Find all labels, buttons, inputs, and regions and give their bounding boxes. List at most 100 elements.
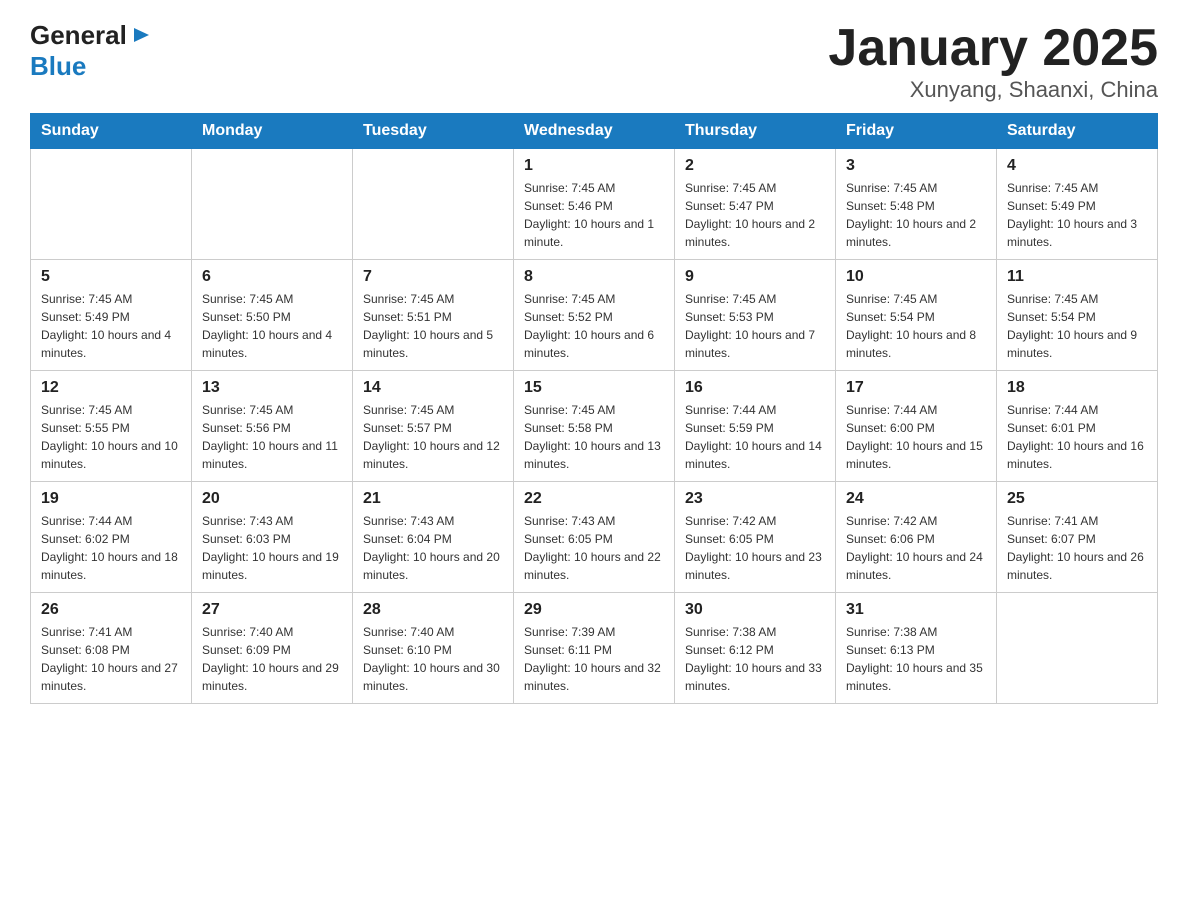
day-number: 14 [363,379,503,397]
calendar-cell: 31Sunrise: 7:38 AM Sunset: 6:13 PM Dayli… [836,593,997,704]
day-info: Sunrise: 7:44 AM Sunset: 6:01 PM Dayligh… [1007,401,1147,473]
day-info: Sunrise: 7:44 AM Sunset: 5:59 PM Dayligh… [685,401,825,473]
day-number: 30 [685,601,825,619]
day-number: 24 [846,490,986,508]
calendar-cell: 12 Sunrise: 7:45 AM Sunset: 5:55 PM Dayli… [31,371,192,482]
day-number: 11 [1007,268,1147,286]
day-number: 23 [685,490,825,508]
calendar-cell: 11 Sunrise: 7:45 AM Sunset: 5:54 PM Dayli… [997,260,1158,371]
day-info: Sunrise: 7:45 AM Sunset: 5:55 PM Dayligh… [41,401,181,473]
page-header: General Blue January 2025 Xunyang, Shaan… [30,20,1158,103]
day-number: 7 [363,268,503,286]
day-number: 2 [685,157,825,175]
calendar-cell: 22 Sunrise: 7:43 AM Sunset: 6:05 PM Dayli… [514,482,675,593]
day-number: 25 [1007,490,1147,508]
day-number: 8 [524,268,664,286]
day-number: 1 [524,157,664,175]
calendar-cell: 1 Sunrise: 7:45 AM Sunset: 5:46 PM Daylig… [514,149,675,260]
calendar-cell [353,149,514,260]
calendar-week-row: 1 Sunrise: 7:45 AM Sunset: 5:46 PM Daylig… [31,149,1158,260]
day-info: Sunrise: 7:40 AM Sunset: 6:10 PM Dayligh… [363,623,503,695]
day-number: 26 [41,601,181,619]
day-info: Sunrise: 7:45 AM Sunset: 5:49 PM Dayligh… [41,290,181,362]
day-number: 12 [41,379,181,397]
day-info: Sunrise: 7:44 AM Sunset: 6:00 PM Dayligh… [846,401,986,473]
weekday-header-thursday: Thursday [675,114,836,149]
day-info: Sunrise: 7:45 AM Sunset: 5:49 PM Dayligh… [1007,179,1147,251]
day-info: Sunrise: 7:42 AM Sunset: 6:06 PM Dayligh… [846,512,986,584]
calendar-cell: 25 Sunrise: 7:41 AM Sunset: 6:07 PM Dayli… [997,482,1158,593]
day-info: Sunrise: 7:39 AM Sunset: 6:11 PM Dayligh… [524,623,664,695]
day-number: 15 [524,379,664,397]
calendar-cell: 9Sunrise: 7:45 AM Sunset: 5:53 PM Daylig… [675,260,836,371]
day-number: 4 [1007,157,1147,175]
calendar-cell: 24 Sunrise: 7:42 AM Sunset: 6:06 PM Dayli… [836,482,997,593]
calendar-cell: 28 Sunrise: 7:40 AM Sunset: 6:10 PM Dayli… [353,593,514,704]
day-number: 9 [685,268,825,286]
day-number: 10 [846,268,986,286]
calendar-cell: 4 Sunrise: 7:45 AM Sunset: 5:49 PM Daylig… [997,149,1158,260]
day-info: Sunrise: 7:45 AM Sunset: 5:58 PM Dayligh… [524,401,664,473]
calendar-cell: 8 Sunrise: 7:45 AM Sunset: 5:52 PM Daylig… [514,260,675,371]
day-number: 5 [41,268,181,286]
logo-blue-text: Blue [30,51,86,81]
day-info: Sunrise: 7:43 AM Sunset: 6:05 PM Dayligh… [524,512,664,584]
day-number: 18 [1007,379,1147,397]
calendar-cell [997,593,1158,704]
logo: General Blue [30,20,151,82]
calendar-table: SundayMondayTuesdayWednesdayThursdayFrid… [30,113,1158,704]
calendar-cell: 26 Sunrise: 7:41 AM Sunset: 6:08 PM Dayli… [31,593,192,704]
day-number: 16 [685,379,825,397]
day-number: 28 [363,601,503,619]
day-info: Sunrise: 7:41 AM Sunset: 6:07 PM Dayligh… [1007,512,1147,584]
day-info: Sunrise: 7:45 AM Sunset: 5:57 PM Dayligh… [363,401,503,473]
day-number: 27 [202,601,342,619]
day-info: Sunrise: 7:41 AM Sunset: 6:08 PM Dayligh… [41,623,181,695]
day-info: Sunrise: 7:45 AM Sunset: 5:48 PM Dayligh… [846,179,986,251]
calendar-cell: 17 Sunrise: 7:44 AM Sunset: 6:00 PM Dayli… [836,371,997,482]
day-info: Sunrise: 7:44 AM Sunset: 6:02 PM Dayligh… [41,512,181,584]
day-number: 20 [202,490,342,508]
calendar-cell: 21Sunrise: 7:43 AM Sunset: 6:04 PM Dayli… [353,482,514,593]
day-info: Sunrise: 7:45 AM Sunset: 5:54 PM Dayligh… [1007,290,1147,362]
calendar-week-row: 12 Sunrise: 7:45 AM Sunset: 5:55 PM Dayli… [31,371,1158,482]
calendar-week-row: 5 Sunrise: 7:45 AM Sunset: 5:49 PM Daylig… [31,260,1158,371]
weekday-header-saturday: Saturday [997,114,1158,149]
calendar-cell: 10 Sunrise: 7:45 AM Sunset: 5:54 PM Dayli… [836,260,997,371]
calendar-cell: 2 Sunrise: 7:45 AM Sunset: 5:47 PM Daylig… [675,149,836,260]
day-info: Sunrise: 7:38 AM Sunset: 6:12 PM Dayligh… [685,623,825,695]
day-info: Sunrise: 7:40 AM Sunset: 6:09 PM Dayligh… [202,623,342,695]
calendar-cell: 13 Sunrise: 7:45 AM Sunset: 5:56 PM Dayli… [192,371,353,482]
weekday-header-sunday: Sunday [31,114,192,149]
day-info: Sunrise: 7:45 AM Sunset: 5:54 PM Dayligh… [846,290,986,362]
calendar-cell: 18 Sunrise: 7:44 AM Sunset: 6:01 PM Dayli… [997,371,1158,482]
calendar-week-row: 19Sunrise: 7:44 AM Sunset: 6:02 PM Dayli… [31,482,1158,593]
day-info: Sunrise: 7:45 AM Sunset: 5:46 PM Dayligh… [524,179,664,251]
day-info: Sunrise: 7:45 AM Sunset: 5:47 PM Dayligh… [685,179,825,251]
day-info: Sunrise: 7:43 AM Sunset: 6:04 PM Dayligh… [363,512,503,584]
logo-arrow-icon [129,24,151,51]
day-number: 22 [524,490,664,508]
day-number: 13 [202,379,342,397]
weekday-header-monday: Monday [192,114,353,149]
logo-general-text: General [30,20,127,51]
day-info: Sunrise: 7:43 AM Sunset: 6:03 PM Dayligh… [202,512,342,584]
weekday-header-tuesday: Tuesday [353,114,514,149]
location-text: Xunyang, Shaanxi, China [828,77,1158,103]
month-title: January 2025 [828,20,1158,77]
weekday-header-wednesday: Wednesday [514,114,675,149]
calendar-week-row: 26 Sunrise: 7:41 AM Sunset: 6:08 PM Dayli… [31,593,1158,704]
day-info: Sunrise: 7:45 AM Sunset: 5:52 PM Dayligh… [524,290,664,362]
calendar-cell [192,149,353,260]
calendar-cell: 29 Sunrise: 7:39 AM Sunset: 6:11 PM Dayli… [514,593,675,704]
day-number: 29 [524,601,664,619]
day-info: Sunrise: 7:45 AM Sunset: 5:56 PM Dayligh… [202,401,342,473]
calendar-cell: 5 Sunrise: 7:45 AM Sunset: 5:49 PM Daylig… [31,260,192,371]
day-info: Sunrise: 7:45 AM Sunset: 5:51 PM Dayligh… [363,290,503,362]
day-info: Sunrise: 7:45 AM Sunset: 5:50 PM Dayligh… [202,290,342,362]
day-number: 17 [846,379,986,397]
calendar-cell: 30 Sunrise: 7:38 AM Sunset: 6:12 PM Dayli… [675,593,836,704]
calendar-cell: 19Sunrise: 7:44 AM Sunset: 6:02 PM Dayli… [31,482,192,593]
calendar-cell [31,149,192,260]
weekday-header-friday: Friday [836,114,997,149]
